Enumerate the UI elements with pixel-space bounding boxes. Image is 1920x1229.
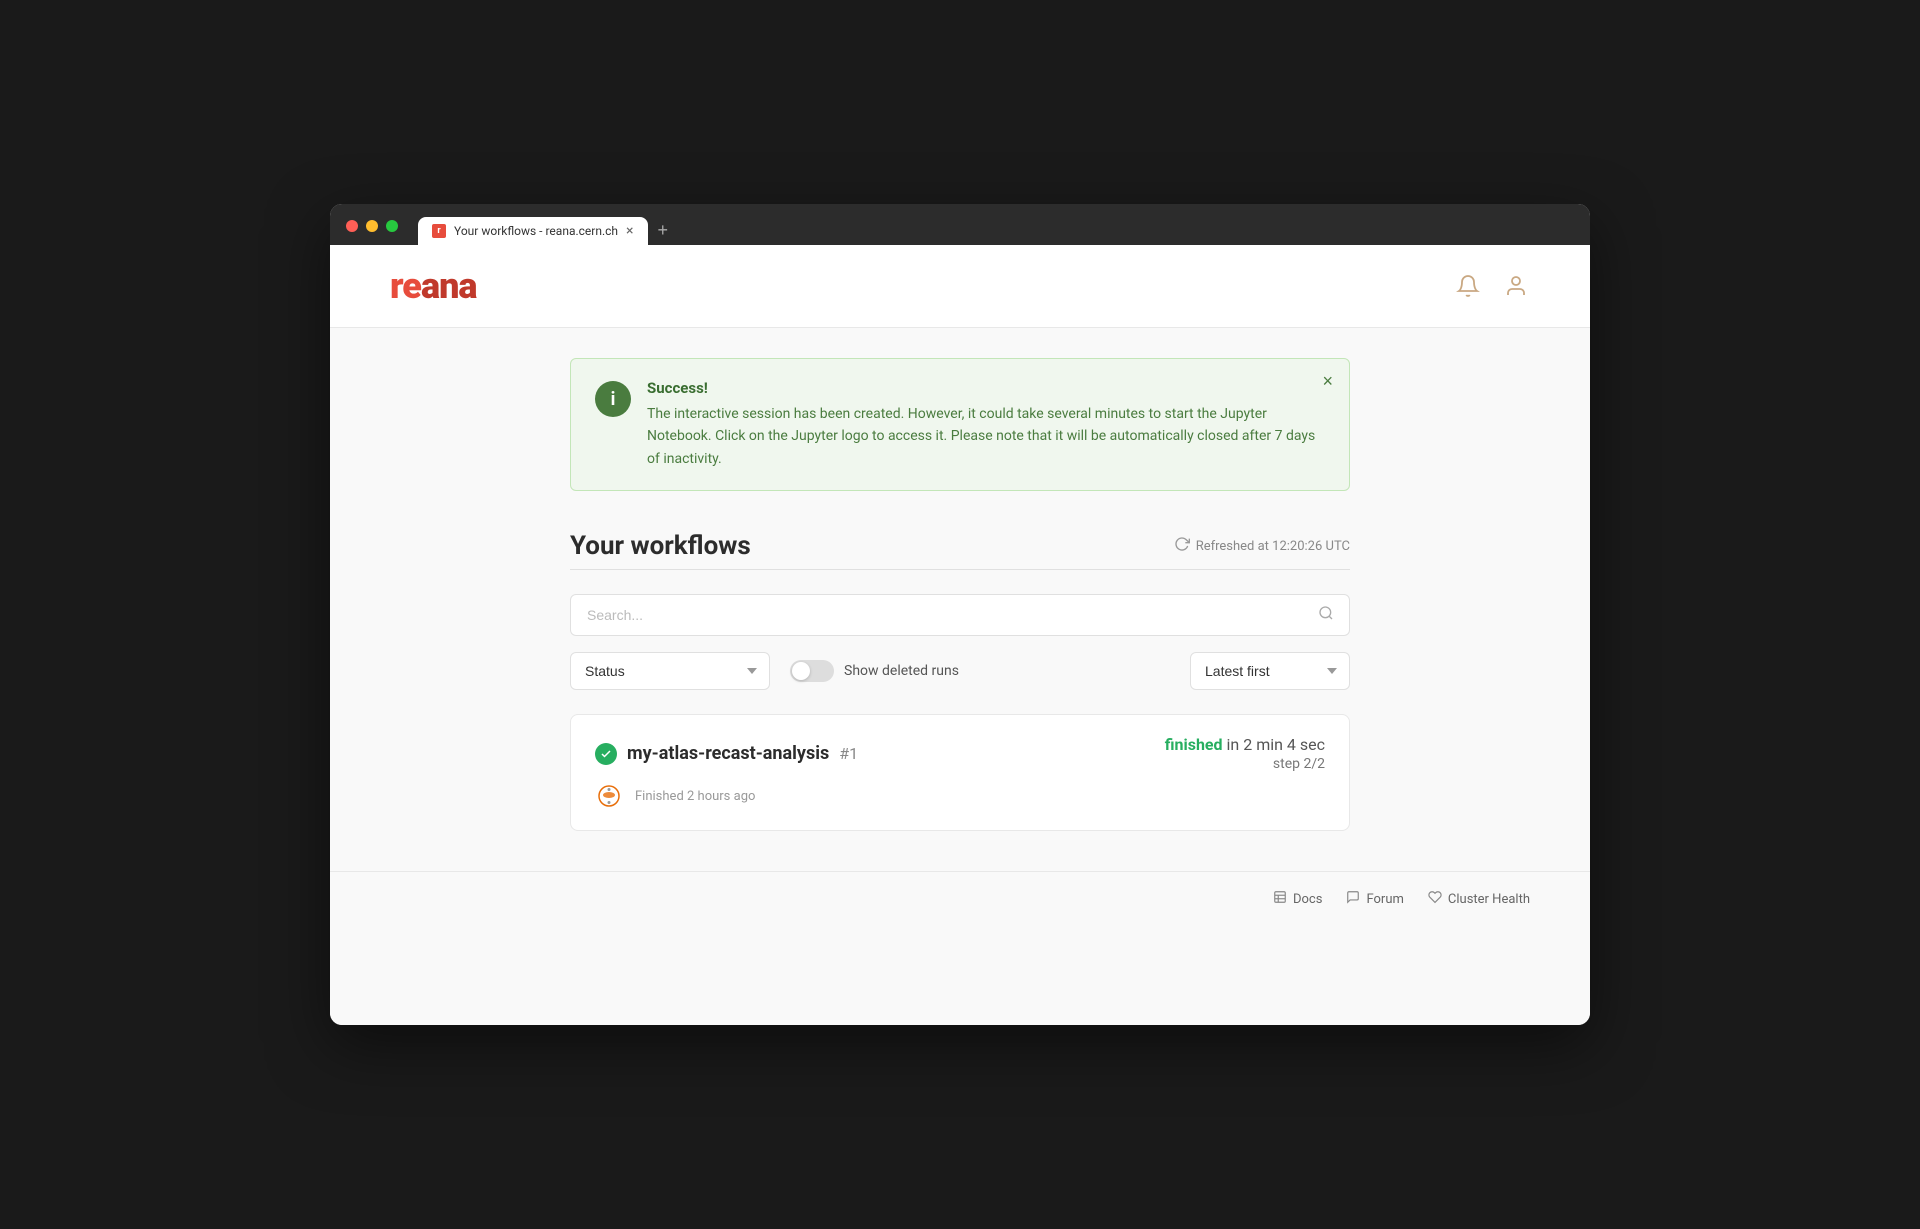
alert-info-icon: i [595, 381, 631, 417]
alert-title: Success! [647, 379, 1325, 397]
alert-message: The interactive session has been created… [647, 403, 1325, 470]
search-icon [1318, 605, 1334, 625]
footer-forum-label: Forum [1366, 892, 1403, 907]
workflow-status-finished: finished [1165, 735, 1223, 754]
workflow-status-text: finished in 2 min 4 sec step 2/2 [1165, 735, 1325, 772]
workflow-time-ago: Finished 2 hours ago [635, 789, 755, 804]
tab-close-button[interactable]: × [626, 223, 633, 239]
status-filter-select[interactable]: Status Running Finished Failed Stopped [570, 652, 770, 690]
footer-forum-link[interactable]: Forum [1346, 890, 1403, 908]
success-alert: i Success! The interactive session has b… [570, 358, 1350, 491]
minimize-button[interactable] [366, 220, 378, 232]
page-content: reana [330, 245, 1590, 1025]
show-deleted-toggle-group: Show deleted runs [790, 660, 1170, 682]
site-footer: Docs Forum Cluster Health [330, 871, 1590, 926]
tab-title: Your workflows - reana.cern.ch [454, 224, 618, 238]
page-title: Your workflows [570, 531, 751, 561]
browser-window: r Your workflows - reana.cern.ch × + rea… [330, 204, 1590, 1025]
browser-tabs: r Your workflows - reana.cern.ch × + [418, 216, 676, 245]
browser-controls [346, 220, 398, 232]
filters-row: Status Running Finished Failed Stopped S… [570, 652, 1350, 690]
main-content: i Success! The interactive session has b… [510, 328, 1410, 871]
workflow-name-row: my-atlas-recast-analysis #1 [595, 743, 858, 765]
workflow-name: my-atlas-recast-analysis [627, 743, 829, 764]
site-header: reana [330, 245, 1590, 328]
workflow-status-checkmark [595, 743, 617, 765]
tab-favicon: r [432, 224, 446, 238]
logo-re: re [390, 265, 421, 307]
alert-body: Success! The interactive session has bee… [647, 379, 1325, 470]
maximize-button[interactable] [386, 220, 398, 232]
workflow-duration-prefix: in [1227, 735, 1240, 754]
jupyter-logo[interactable] [595, 782, 623, 810]
toggle-knob [792, 662, 810, 680]
logo-ana: ana [421, 265, 477, 307]
workflow-card[interactable]: my-atlas-recast-analysis #1 finished in … [570, 714, 1350, 831]
new-tab-button[interactable]: + [650, 216, 677, 245]
workflow-run-number: #1 [839, 744, 858, 763]
user-icon[interactable] [1502, 272, 1530, 300]
workflow-duration-value: 2 min 4 sec [1243, 735, 1325, 754]
browser-tab-active[interactable]: r Your workflows - reana.cern.ch × [418, 217, 648, 245]
sort-select[interactable]: Latest first Oldest first Name A-Z Name … [1190, 652, 1350, 690]
footer-docs-label: Docs [1293, 892, 1322, 907]
docs-icon [1273, 890, 1287, 908]
section-divider [570, 569, 1350, 570]
footer-docs-link[interactable]: Docs [1273, 890, 1322, 908]
workflow-step: step 2/2 [1165, 756, 1325, 772]
show-deleted-toggle[interactable] [790, 660, 834, 682]
site-logo[interactable]: reana [390, 265, 477, 307]
refresh-timestamp: Refreshed at 12:20:26 UTC [1196, 539, 1350, 554]
forum-icon [1346, 890, 1360, 908]
workflows-section-header: Your workflows Refreshed at 12:20:26 UTC [570, 531, 1350, 561]
show-deleted-label: Show deleted runs [844, 663, 959, 679]
close-button[interactable] [346, 220, 358, 232]
alert-close-button[interactable]: × [1322, 371, 1333, 392]
cluster-health-icon [1428, 890, 1442, 908]
refresh-info: Refreshed at 12:20:26 UTC [1174, 536, 1350, 556]
refresh-icon [1174, 536, 1190, 556]
search-bar [570, 594, 1350, 636]
footer-cluster-health-label: Cluster Health [1448, 892, 1530, 907]
workflow-duration: in 2 min 4 sec [1227, 735, 1325, 754]
workflow-card-top: my-atlas-recast-analysis #1 finished in … [595, 735, 1325, 772]
workflow-status-row: finished in 2 min 4 sec [1165, 735, 1325, 754]
footer-cluster-health-link[interactable]: Cluster Health [1428, 890, 1530, 908]
notifications-icon[interactable] [1454, 272, 1482, 300]
header-icons [1454, 272, 1530, 300]
search-input[interactable] [570, 594, 1350, 636]
workflow-card-bottom: Finished 2 hours ago [595, 782, 1325, 810]
browser-chrome: r Your workflows - reana.cern.ch × + [330, 204, 1590, 245]
